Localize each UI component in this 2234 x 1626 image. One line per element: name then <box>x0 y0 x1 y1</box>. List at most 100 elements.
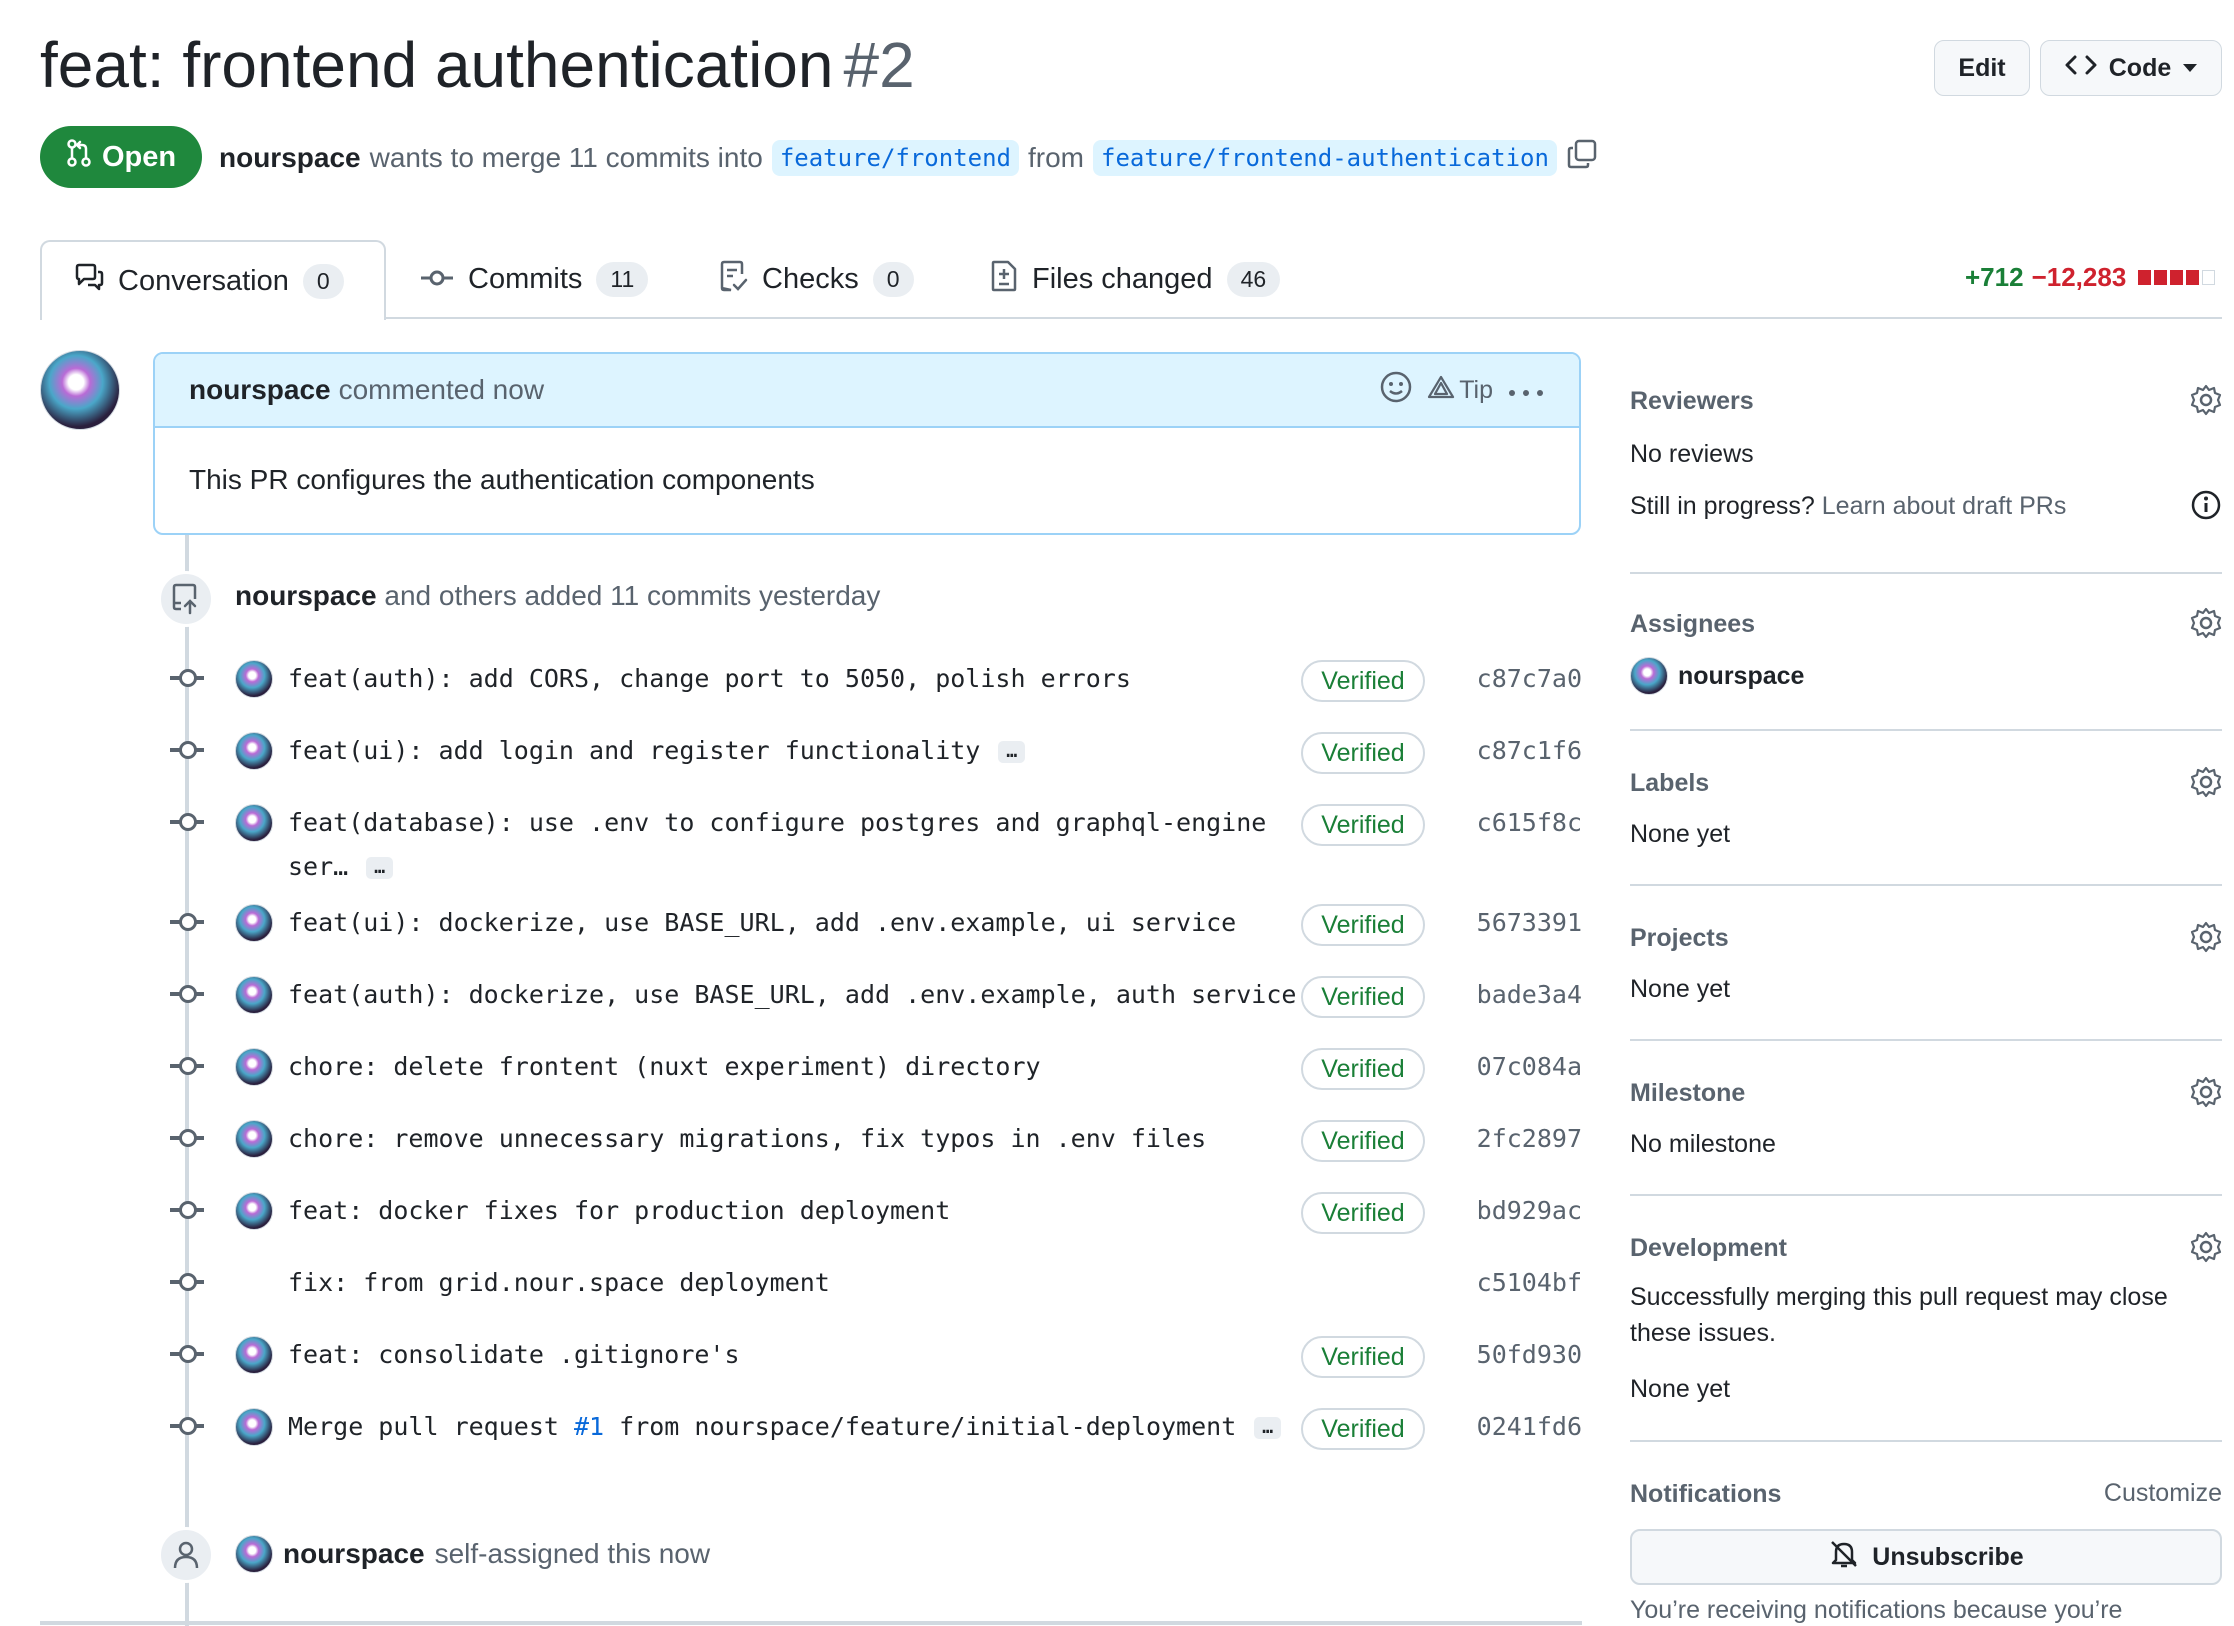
info-icon[interactable] <box>2190 489 2222 531</box>
verified-badge[interactable]: Verified <box>1301 904 1425 946</box>
commit-message[interactable]: feat(database): use .env to configure po… <box>288 808 1266 837</box>
commit-sha[interactable]: c87c7a0 <box>1477 664 1582 693</box>
tab-files-changed[interactable]: Files changed 46 <box>990 240 1281 319</box>
verified-badge[interactable]: Verified <box>1301 732 1425 774</box>
comment-author[interactable]: nourspace <box>189 374 331 406</box>
git-commit-icon <box>170 1345 204 1363</box>
commit-avatar[interactable] <box>235 1192 273 1230</box>
avatar[interactable] <box>235 1535 273 1573</box>
avatar[interactable] <box>40 350 120 430</box>
tab-checks[interactable]: Checks 0 <box>718 240 914 319</box>
pr-link[interactable]: #1 <box>574 1412 604 1441</box>
sidebar-heading[interactable]: Projects <box>1630 921 2222 955</box>
pr-title: feat: frontend authentication <box>40 29 834 101</box>
verified-badge[interactable]: Verified <box>1301 1192 1425 1234</box>
sidebar-heading[interactable]: Assignees <box>1630 607 2222 641</box>
tab-counter: 46 <box>1226 262 1281 297</box>
event-author[interactable]: nourspace <box>235 580 377 611</box>
sidebar-heading[interactable]: Development <box>1630 1231 2222 1265</box>
tip-button[interactable]: Tip <box>1427 374 1493 407</box>
gear-icon[interactable] <box>2190 766 2222 803</box>
draft-link[interactable]: Learn about draft PRs <box>1822 492 2067 520</box>
tab-counter: 11 <box>596 262 649 297</box>
diffstat: +712 −12,283 <box>1965 262 2216 293</box>
commit-message[interactable]: feat(auth): dockerize, use BASE_URL, add… <box>288 980 1296 1009</box>
smiley-icon[interactable] <box>1379 370 1413 411</box>
commit-avatar[interactable] <box>235 732 273 770</box>
event-author[interactable]: nourspace <box>283 1538 425 1570</box>
status-label: Open <box>101 140 177 173</box>
gear-icon[interactable] <box>2190 607 2222 644</box>
commit-avatar[interactable] <box>235 1408 273 1446</box>
commit-sha[interactable]: c615f8c <box>1477 808 1582 837</box>
customize-link[interactable]: Customize <box>2104 1479 2222 1508</box>
head-branch[interactable]: feature/frontend-authentication <box>1093 139 1557 176</box>
copy-icon[interactable] <box>1566 138 1598 177</box>
gear-icon[interactable] <box>2190 1231 2222 1268</box>
author-link[interactable]: nourspace <box>219 142 361 174</box>
diff-block-deleted <box>2186 270 2200 285</box>
commit-sha[interactable]: c5104bf <box>1477 1268 1582 1297</box>
kebab-horizontal-icon[interactable] <box>1507 376 1545 405</box>
verified-badge[interactable]: Verified <box>1301 976 1425 1018</box>
tab-conversation[interactable]: Conversation 0 <box>40 240 386 320</box>
commit-message-pre[interactable]: Merge pull request <box>288 1412 574 1441</box>
expand-ellipsis-button[interactable]: … <box>998 741 1026 763</box>
commit-avatar[interactable] <box>235 1120 273 1158</box>
verified-badge[interactable]: Verified <box>1301 1408 1425 1450</box>
verified-badge[interactable]: Verified <box>1301 1336 1425 1378</box>
unsubscribe-button[interactable]: Unsubscribe <box>1630 1529 2222 1585</box>
sidebar-divider <box>1630 1194 2222 1196</box>
sidebar-divider <box>1630 884 2222 886</box>
gear-icon[interactable] <box>2190 921 2222 958</box>
commit-avatar[interactable] <box>235 804 273 842</box>
tab-label: Commits <box>468 263 583 295</box>
status-badge: Open <box>40 126 202 188</box>
commit-message[interactable]: feat(ui): dockerize, use BASE_URL, add .… <box>288 908 1236 937</box>
commit-message[interactable]: feat: consolidate .gitignore's <box>288 1340 740 1369</box>
commit-message[interactable]: chore: remove unnecessary migrations, fi… <box>288 1124 1206 1153</box>
commit-message[interactable]: feat: docker fixes for production deploy… <box>288 1196 950 1225</box>
notification-reason: You’re receiving notifications because y… <box>1630 1596 2123 1624</box>
diff-block-neutral <box>2202 270 2216 285</box>
code-button[interactable]: Code <box>2040 40 2222 96</box>
gear-icon[interactable] <box>2190 1076 2222 1113</box>
commit-sha[interactable]: 0241fd6 <box>1477 1412 1582 1441</box>
tab-commits[interactable]: Commits 11 <box>420 240 649 319</box>
commit-message-post[interactable]: from nourspace/feature/initial-deploymen… <box>604 1412 1236 1441</box>
commit-avatar[interactable] <box>235 1048 273 1086</box>
commit-avatar[interactable] <box>235 1336 273 1374</box>
verified-badge[interactable]: Verified <box>1301 1048 1425 1090</box>
expand-ellipsis-button[interactable]: … <box>1254 1417 1282 1439</box>
commit-message[interactable]: fix: from grid.nour.space deployment <box>288 1268 830 1297</box>
commit-sha[interactable]: 07c084a <box>1477 1052 1582 1081</box>
code-icon <box>2065 53 2097 84</box>
verified-badge[interactable]: Verified <box>1301 804 1425 846</box>
commit-sha[interactable]: bade3a4 <box>1477 980 1582 1009</box>
merge-text: wants to merge 11 commits into <box>369 141 763 173</box>
assignee-item[interactable]: nourspace <box>1630 657 2222 695</box>
commit-sha[interactable]: 5673391 <box>1477 908 1582 937</box>
commit-message[interactable]: feat(auth): add CORS, change port to 505… <box>288 664 1131 693</box>
base-branch[interactable]: feature/frontend <box>771 139 1019 176</box>
commit-avatar[interactable] <box>235 904 273 942</box>
comment-action[interactable]: commented now <box>339 374 544 406</box>
commit-sha[interactable]: 50fd930 <box>1477 1340 1582 1369</box>
commit-sha[interactable]: c87c1f6 <box>1477 736 1582 765</box>
commit-message[interactable]: chore: delete frontent (nuxt experiment)… <box>288 1052 1041 1081</box>
gear-icon[interactable] <box>2190 384 2222 421</box>
sidebar-heading[interactable]: Milestone <box>1630 1076 2222 1110</box>
edit-button[interactable]: Edit <box>1934 40 2030 96</box>
commit-sha[interactable]: bd929ac <box>1477 1196 1582 1225</box>
sidebar-heading[interactable]: Labels <box>1630 766 2222 800</box>
commit-sha[interactable]: 2fc2897 <box>1477 1124 1582 1153</box>
verified-badge[interactable]: Verified <box>1301 1120 1425 1162</box>
verified-badge[interactable]: Verified <box>1301 660 1425 702</box>
diff-block-deleted <box>2154 270 2168 285</box>
commit-message[interactable]: feat(ui): add login and register functio… <box>288 736 980 765</box>
expand-ellipsis-button[interactable]: … <box>366 857 394 879</box>
sidebar-heading[interactable]: Reviewers <box>1630 384 2222 418</box>
commit-avatar[interactable] <box>235 976 273 1014</box>
commit-message-cont[interactable]: ser… <box>288 852 348 881</box>
commit-avatar[interactable] <box>235 660 273 698</box>
